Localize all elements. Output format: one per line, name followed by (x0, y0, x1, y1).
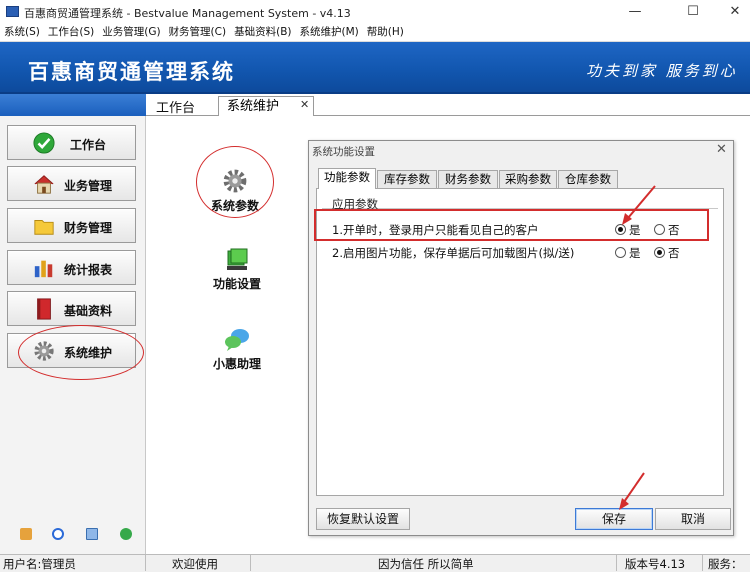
close-button[interactable]: ✕ (712, 0, 750, 24)
option-label: 2.启用图片功能，保存单据后可加载图片(拟/送) (332, 246, 575, 260)
content-item-assistant[interactable]: 小惠助理 (202, 328, 272, 372)
dialog-title: 系统功能设置 (312, 146, 375, 158)
status-service: 服务： (708, 557, 743, 571)
menu-help[interactable]: 帮助(H) (367, 24, 404, 41)
sidebar-item-basic-data[interactable]: 基础资料 (7, 291, 136, 326)
status-motto: 因为信任 所以简单 (378, 557, 474, 571)
sidebar-item-label: 财务管理 (64, 221, 113, 235)
sidebar-item-label: 工作台 (70, 138, 107, 152)
lock-icon[interactable] (20, 528, 32, 540)
banner-title: 百惠商贸通管理系统 (28, 60, 235, 84)
monitor-icon[interactable] (86, 528, 98, 540)
sidebar-item-label: 统计报表 (64, 263, 113, 277)
menu-business[interactable]: 业务管理(G) (102, 24, 160, 41)
menu-system[interactable]: 系统(S) (4, 24, 40, 41)
annotation-circle (18, 325, 144, 380)
app-window: 百惠商贸通管理系统 - Bestvalue Management System … (0, 0, 750, 572)
menu-basic-data[interactable]: 基础资料(B) (234, 24, 291, 41)
annotation-arrow-icon (622, 185, 656, 225)
dialog-tab-finance-params[interactable]: 财务参数 (438, 170, 498, 188)
green-box-icon (227, 248, 248, 270)
content-item-label: 功能设置 (212, 277, 261, 291)
chat-bubbles-icon (225, 329, 249, 351)
clock-icon[interactable] (52, 528, 64, 540)
restore-defaults-button[interactable]: 恢复默认设置 (316, 508, 410, 530)
bar-chart-icon (34, 260, 53, 278)
menu-bar: 系统(S) 工作台(S) 业务管理(G) 财务管理(C) 基础资料(B) 系统维… (0, 24, 750, 42)
sidebar-item-reports[interactable]: 统计报表 (7, 250, 136, 285)
app-icon (6, 6, 19, 17)
house-icon (34, 175, 54, 194)
status-divider (616, 555, 617, 571)
status-divider (250, 555, 251, 571)
content-item-label: 小惠助理 (212, 357, 261, 371)
cancel-button[interactable]: 取消 (655, 508, 731, 530)
red-book-icon (37, 298, 51, 320)
dialog-close-icon[interactable]: ✕ (716, 142, 727, 157)
menu-finance[interactable]: 财务管理(C) (169, 24, 227, 41)
tab-workbench[interactable]: 工作台 (156, 97, 195, 116)
maximize-button[interactable]: ☐ (670, 0, 716, 24)
content-item-function-settings[interactable]: 功能设置 (202, 248, 272, 292)
banner-slogan: 功夫到家 服务到心 (586, 62, 738, 80)
dialog-tab-function-params[interactable]: 功能参数 (318, 168, 376, 189)
green-check-icon (33, 132, 55, 154)
status-divider (145, 555, 146, 571)
folder-icon (34, 220, 54, 235)
sidebar-item-workbench[interactable]: 工作台 (7, 125, 136, 160)
menu-maintenance[interactable]: 系统维护(M) (300, 24, 359, 41)
dialog-tab-purchase-params[interactable]: 采购参数 (499, 170, 557, 188)
status-divider (702, 555, 703, 571)
minimize-button[interactable]: — (612, 0, 658, 24)
option2-yes-radio[interactable] (615, 247, 626, 258)
option2-no-radio[interactable] (654, 247, 665, 258)
annotation-circle (196, 146, 274, 218)
tab-close-icon[interactable]: ✕ (300, 98, 309, 111)
tab-label: 系统维护 (227, 99, 280, 114)
window-title: 百惠商贸通管理系统 - Bestvalue Management System … (24, 7, 351, 20)
sidebar-item-label: 业务管理 (64, 179, 113, 193)
sidebar-item-business[interactable]: 业务管理 (7, 166, 136, 201)
menu-workbench[interactable]: 工作台(S) (48, 24, 94, 41)
dialog-tab-inventory-params[interactable]: 库存参数 (377, 170, 437, 188)
status-welcome: 欢迎使用 (172, 557, 218, 571)
radio-label: 是 (629, 246, 641, 260)
sidebar-header (0, 94, 146, 116)
sidebar-item-finance[interactable]: 财务管理 (7, 208, 136, 243)
radio-label: 否 (668, 246, 680, 260)
status-user: 用户名:管理员 (3, 557, 76, 571)
power-icon[interactable] (120, 528, 132, 540)
sidebar-item-label: 基础资料 (64, 304, 113, 318)
status-version: 版本号4.13 (625, 557, 686, 571)
annotation-arrow-icon (619, 472, 645, 510)
